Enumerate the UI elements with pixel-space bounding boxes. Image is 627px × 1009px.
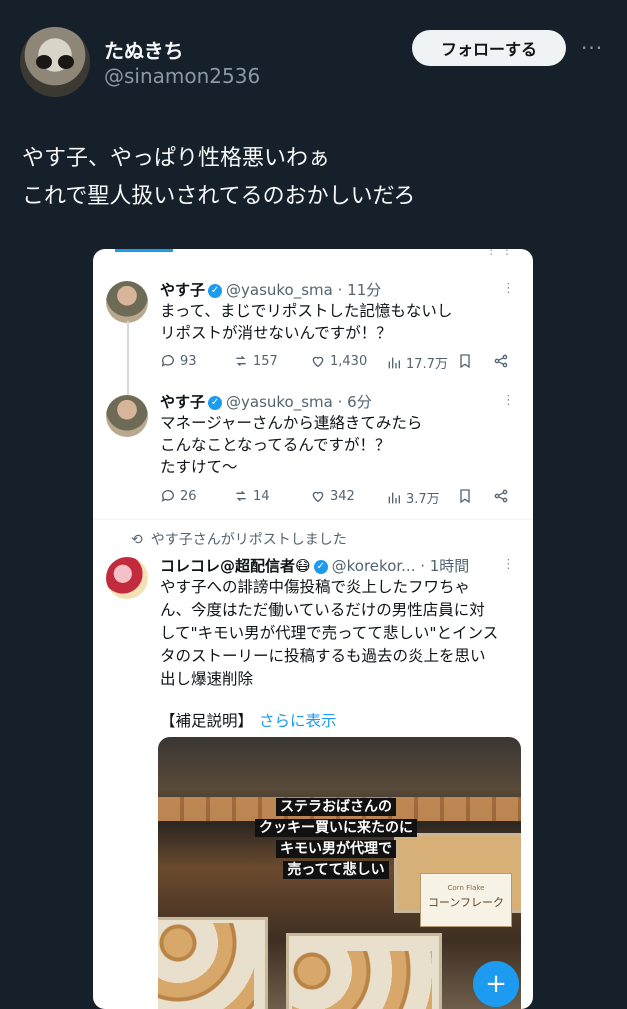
post-body: マネージャーさんから連絡きてみたら こんなことなってるんですが！？ たすけて〜 [160,412,422,478]
tweet-text: やす子、やっぱり性格悪いわぁ これで聖人扱いされてるのおかしいだろ [22,140,415,216]
share-icon [493,353,509,369]
caption-line: ステラおばさんの [276,798,396,816]
avatar [106,557,148,599]
repost-count: 157 [253,353,278,369]
cookies [292,951,432,1009]
verified-icon: ✓ [313,559,328,574]
compose-button[interactable]: + [473,961,519,1007]
repost-action: 157 [233,353,278,369]
post-body: まって、まじでリポストした記憶もないし リポストが消せないんですが！？ [160,300,452,344]
product-card: Corn Flake コーンフレーク [420,873,512,927]
embedded-screenshot-image[interactable]: ⋮ ⋮ やす子 ✓ @yasuko_sma · 11分 ⋮ まって、まじでリポストし… [93,249,533,1009]
divider [93,519,533,520]
product-card-label: コーンフレーク [427,896,505,909]
post-name: やす子 [160,281,206,299]
reply-count: 26 [180,488,197,504]
avatar [106,395,148,437]
author-name[interactable]: たぬきち [104,35,184,64]
caption-line: クッキー買いに来たのに [255,819,417,837]
repost-icon [236,355,246,367]
like-count: 1,430 [330,353,368,369]
reply-icon [161,490,174,502]
kebab-icon: ⋮ [502,281,515,296]
cookies [158,923,254,1009]
views-icon [388,492,400,503]
post-line: まって、まじでリポストした記憶もないし [160,302,453,320]
repost-icon [236,490,246,502]
post-body: やす子への誹謗中傷投稿で炎上したフワちゃ ん、今度はただ働いているだけの男性店員… [160,576,498,691]
thread-line [127,321,129,397]
post-line: やす子への誹謗中傷投稿で炎上したフワちゃ [160,578,471,596]
tab-indicator [115,249,173,252]
show-more-link: さらに表示 [259,712,337,730]
post-actions: 93 157 1,430 17.7万 [160,353,520,373]
post-handle: @yasuko_sma · 11分 [226,281,382,299]
kebab-icon: ⋮ [502,557,515,572]
top-kebab-icon: ⋮ ⋮ [485,249,513,257]
repost-action: 14 [233,488,270,504]
kebab-icon: ⋮ [502,393,515,408]
post-name: コレコレ@超配信者😷 [160,557,311,575]
views-icon [388,357,400,368]
supplement-label: 【補足説明】 [160,712,254,730]
post-line: ん、今度はただ働いているだけの男性店員に対 [160,601,485,619]
post-handle: @yasuko_sma · 6分 [226,393,372,411]
post-name: やす子 [160,393,206,411]
reply-action: 93 [160,353,197,369]
views-count: 17.7万 [406,357,448,372]
bookmark-icon [457,488,473,504]
author-avatar[interactable] [20,27,90,97]
caption-line: キモい男が代理で [276,840,396,858]
reply-count: 93 [180,353,197,369]
views-count: 3.7万 [406,492,440,507]
image-caption: ステラおばさんの クッキー買いに来たのに キモい男が代理で 売ってて悲しい [246,797,426,881]
verified-icon: ✓ [208,395,223,410]
product-card-small: Corn Flake [447,884,485,892]
verified-icon: ✓ [208,283,223,298]
post-actions: 26 14 342 3.7万 [160,488,520,508]
caption-line: 売ってて悲しい [283,861,389,879]
post-line: リポストが消せないんですが！？ [160,324,392,342]
post-handle: @korekor... · 1時間 [331,557,470,575]
repost-notice: ⟲ やす子さんがリポストしました [131,529,347,549]
repost-notice-text: やす子さんがリポストしました [150,532,347,548]
post-line: 出し爆速削除 [160,670,254,688]
tweet-line: やす子、やっぱり性格悪いわぁ [22,146,331,171]
like-count: 342 [330,488,355,504]
like-action: 342 [310,488,355,504]
follow-button[interactable]: フォローする [412,30,566,66]
reply-action: 26 [160,488,197,504]
post-photo: ステラおばさんの クッキー買いに来たのに キモい男が代理で 売ってて悲しい Co… [158,737,521,1009]
reply-icon [161,355,174,367]
author-handle[interactable]: @sinamon2536 [104,64,260,88]
repost-notice-icon: ⟲ [131,532,143,548]
tweet-line: これで聖人扱いされてるのおかしいだろ [22,184,416,209]
post-header: やす子 ✓ @yasuko_sma · 6分 [160,391,372,412]
post-line: マネージャーさんから連絡きてみたら [160,414,423,432]
more-options-icon[interactable]: ··· [581,36,603,60]
like-action: 1,430 [310,353,367,369]
heart-icon [312,356,324,368]
post-header: やす子 ✓ @yasuko_sma · 11分 [160,279,381,300]
supplement-line: 【補足説明】 さらに表示 [160,709,337,731]
post-line: たすけて〜 [160,458,238,476]
views-action: 17.7万 [386,353,448,372]
bookmark-icon [457,353,473,369]
post-line: こんなことなってるんですが！？ [160,436,391,454]
post-line: して"キモい男が代理で売ってて悲しい"とインス [160,624,499,642]
views-action: 3.7万 [386,488,440,507]
avatar [106,281,148,323]
repost-count: 14 [253,488,270,504]
share-icon [493,488,509,504]
heart-icon [312,491,324,503]
post-header: コレコレ@超配信者😷 ✓ @korekor... · 1時間 [160,555,469,576]
post-line: タのストーリーに投稿するも過去の炎上を思い [160,647,486,665]
